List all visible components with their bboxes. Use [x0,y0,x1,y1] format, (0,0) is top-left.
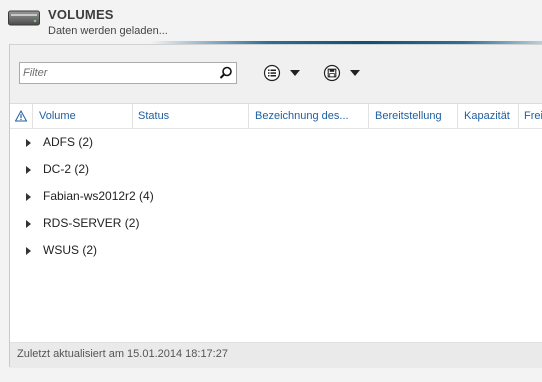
volumes-panel: Volume Status Bezeichnung des... Bereits… [9,44,542,368]
list-item[interactable]: Fabian-ws2012r2 (4) [10,184,542,211]
status-bar: Zuletzt aktualisiert am 15.01.2014 18:17… [10,342,542,368]
expand-arrow-icon[interactable] [26,247,31,255]
column-header-bereitstellung[interactable]: Bereitstellung [375,104,459,128]
expand-arrow-icon[interactable] [26,166,31,174]
page-header: VOLUMES Daten werden geladen... [0,0,542,44]
expand-arrow-icon[interactable] [26,220,31,228]
list-item[interactable]: WSUS (2) [10,238,542,265]
loading-status: Daten werden geladen... [48,25,168,37]
tasks-dropdown-button[interactable] [263,64,303,82]
warning-icon[interactable] [15,110,27,122]
expand-arrow-icon[interactable] [26,193,31,201]
expand-arrow-icon[interactable] [26,139,31,147]
last-updated-text: Zuletzt aktualisiert am 15.01.2014 18:17… [17,348,228,360]
column-header-kapazitaet[interactable]: Kapazität [464,104,519,128]
search-icon[interactable] [219,66,233,80]
list-item[interactable]: ADFS (2) [10,130,542,157]
group-label: Fabian-ws2012r2 (4) [43,189,154,203]
group-label: DC-2 (2) [43,162,90,176]
chevron-down-icon [290,70,300,76]
drive-icon [8,10,40,26]
group-label: RDS-SERVER (2) [43,216,140,230]
column-header-frei[interactable]: Frei [524,104,542,128]
column-header-volume[interactable]: Volume [39,104,134,128]
save-query-dropdown-button[interactable] [323,64,363,82]
chevron-down-icon [350,70,360,76]
save-query-icon [323,64,341,82]
toolbar [10,45,542,104]
filter-input[interactable] [23,65,213,81]
column-header-status[interactable]: Status [138,104,246,128]
column-header-bezeichnung[interactable]: Bezeichnung des... [255,104,367,128]
list-tasks-icon [263,64,281,82]
filter-box[interactable] [19,62,237,84]
group-label: WSUS (2) [43,243,97,257]
list-item[interactable]: DC-2 (2) [10,157,542,184]
page-title: VOLUMES [48,7,114,22]
list-item[interactable]: RDS-SERVER (2) [10,211,542,238]
group-label: ADFS (2) [43,135,94,149]
column-header-row: Volume Status Bezeichnung des... Bereits… [10,104,542,129]
